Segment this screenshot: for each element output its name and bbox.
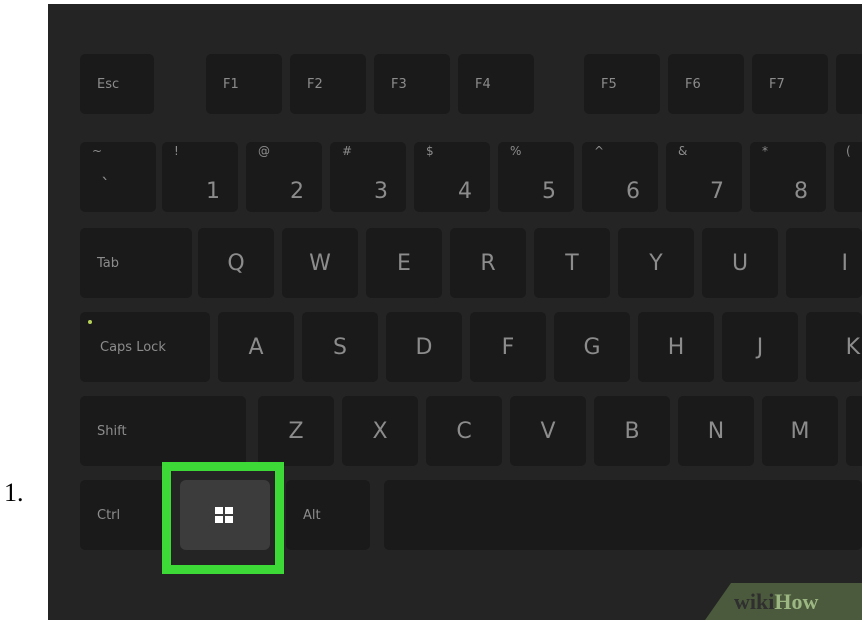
- key-q: Q: [198, 228, 274, 298]
- key-h: H: [638, 312, 714, 382]
- key-t: T: [534, 228, 610, 298]
- key-f6: F6: [668, 54, 744, 114]
- brand-logo-part2: How: [774, 589, 819, 614]
- key-i-partial: I: [786, 228, 862, 298]
- key-k-partial: K: [806, 312, 862, 382]
- key-main-symbol: 2: [290, 179, 304, 204]
- key-shift-symbol: $: [426, 144, 434, 158]
- key-shift-symbol: ~: [92, 144, 103, 158]
- key-f2: F2: [290, 54, 366, 114]
- key-z: Z: [258, 396, 334, 466]
- key-shift-symbol: #: [342, 144, 353, 158]
- key-c: C: [426, 396, 502, 466]
- key-b: B: [594, 396, 670, 466]
- key-e: E: [366, 228, 442, 298]
- key-backtick: ~ `: [80, 142, 156, 212]
- key-f7: F7: [752, 54, 828, 114]
- key-j: J: [722, 312, 798, 382]
- windows-logo-icon: [215, 507, 233, 523]
- key-r: R: [450, 228, 526, 298]
- key-shift-symbol: (: [846, 144, 851, 158]
- key-main-symbol: 7: [710, 179, 724, 204]
- key-shift-symbol: *: [762, 144, 768, 158]
- key-m: M: [762, 396, 838, 466]
- brand-logo: wikiHow: [734, 589, 818, 615]
- key-main-symbol: 3: [374, 179, 388, 204]
- key-g: G: [554, 312, 630, 382]
- key-main-symbol: 1: [206, 179, 220, 204]
- key-w: W: [282, 228, 358, 298]
- key-ctrl: Ctrl: [80, 480, 166, 550]
- key-a: A: [218, 312, 294, 382]
- key-4: $ 4: [414, 142, 490, 212]
- key-shift: Shift: [80, 396, 246, 466]
- key-f: F: [470, 312, 546, 382]
- key-6: ^ 6: [582, 142, 658, 212]
- key-u: U: [702, 228, 778, 298]
- key-main-symbol: 6: [626, 179, 640, 204]
- key-f5: F5: [584, 54, 660, 114]
- key-shift-symbol: !: [174, 144, 179, 158]
- key-alt: Alt: [286, 480, 370, 550]
- key-9-partial: (: [834, 142, 862, 212]
- key-main-symbol: 4: [458, 179, 472, 204]
- key-n: N: [678, 396, 754, 466]
- key-8: * 8: [750, 142, 826, 212]
- key-main-symbol: `: [101, 175, 110, 196]
- key-7: & 7: [666, 142, 742, 212]
- caps-lock-indicator: [88, 320, 92, 324]
- key-main-symbol: 5: [542, 179, 556, 204]
- keyboard-illustration: Esc F1 F2 F3 F4 F5 F6 F7 ~ ` ! 1 @ 2 # 3…: [48, 4, 862, 620]
- key-esc: Esc: [80, 54, 154, 114]
- key-tab: Tab: [80, 228, 192, 298]
- key-2: @ 2: [246, 142, 322, 212]
- key-shift-symbol: %: [510, 144, 522, 158]
- key-shift-symbol: ^: [594, 144, 605, 158]
- key-f4: F4: [458, 54, 534, 114]
- key-caps-lock: Caps Lock: [80, 312, 210, 382]
- key-x: X: [342, 396, 418, 466]
- key-v: V: [510, 396, 586, 466]
- key-f1: F1: [206, 54, 282, 114]
- key-shift-symbol: &: [678, 144, 688, 158]
- key-f8-partial: [836, 54, 862, 114]
- key-spacebar: [384, 480, 862, 550]
- key-s: S: [302, 312, 378, 382]
- key-3: # 3: [330, 142, 406, 212]
- key-shift-symbol: @: [258, 144, 270, 158]
- key-y: Y: [618, 228, 694, 298]
- brand-logo-part1: wiki: [734, 589, 775, 614]
- key-f3: F3: [374, 54, 450, 114]
- step-number: 1.: [4, 478, 24, 507]
- key-1: ! 1: [162, 142, 238, 212]
- key-d: D: [386, 312, 462, 382]
- key-main-symbol: 8: [794, 179, 808, 204]
- key-comma-partial: [846, 396, 862, 466]
- key-5: % 5: [498, 142, 574, 212]
